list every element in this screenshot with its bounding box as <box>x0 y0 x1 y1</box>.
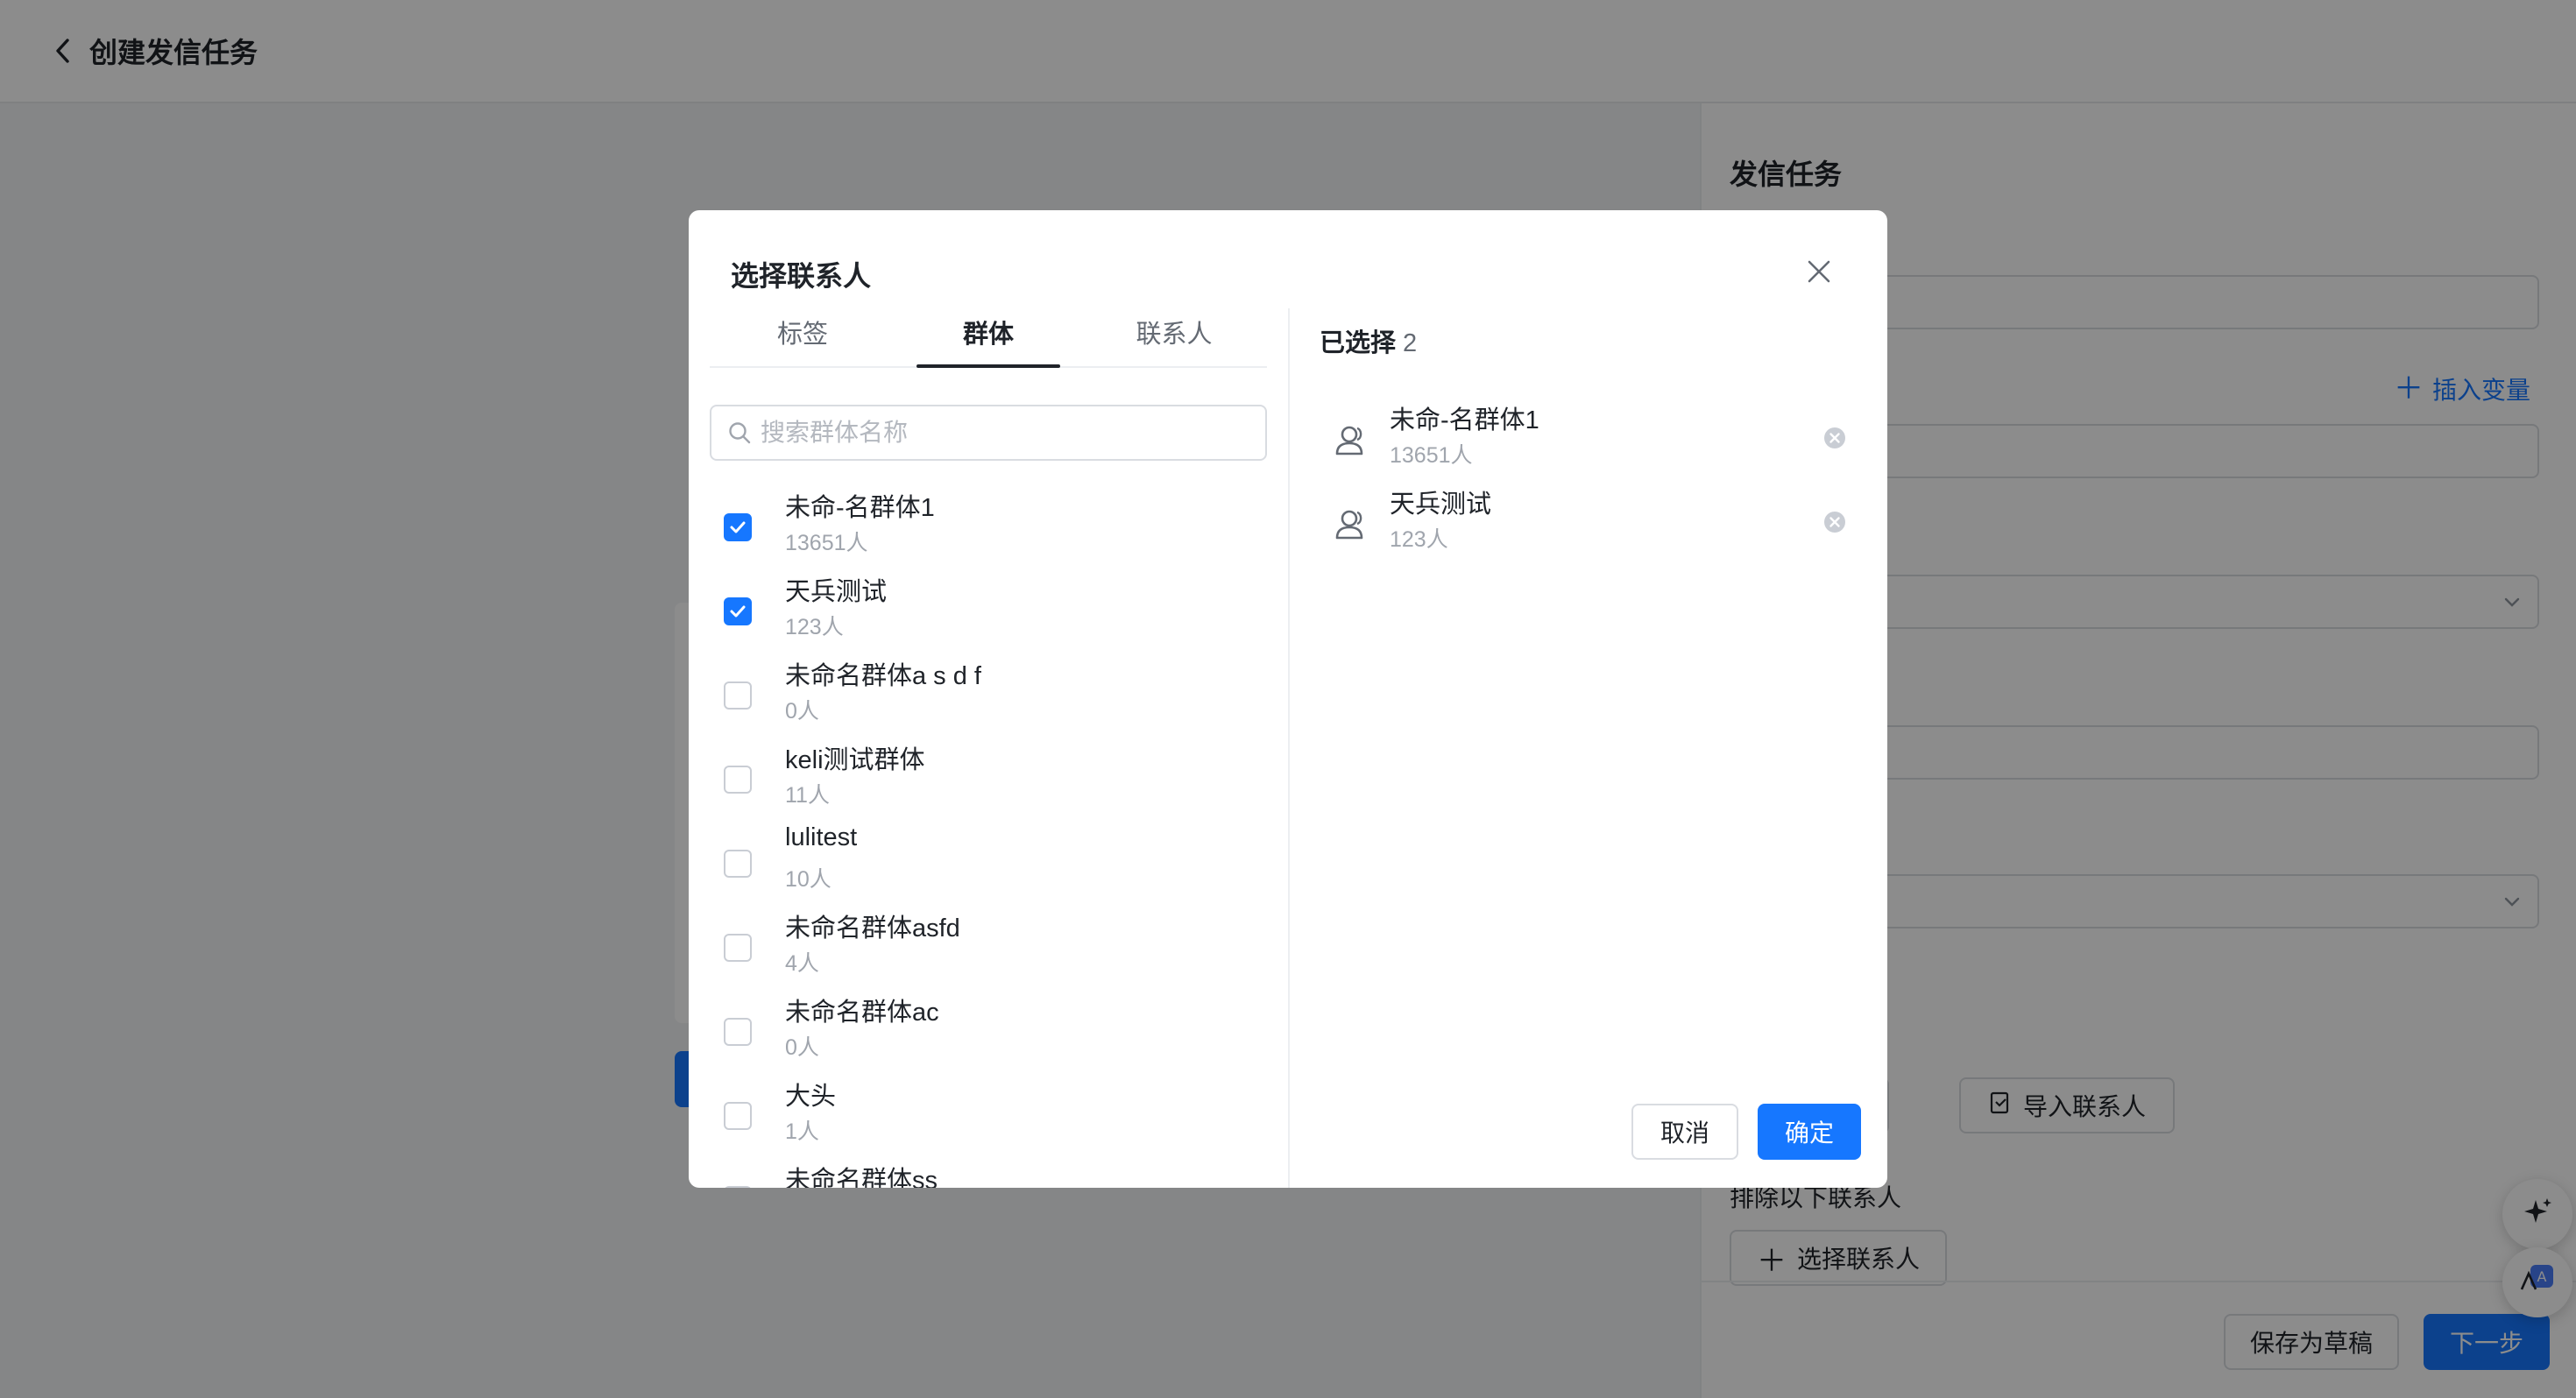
checkbox[interactable] <box>724 597 752 625</box>
group-count: 123人 <box>785 615 844 639</box>
group-name: 未命-名群体1 <box>785 494 935 522</box>
dialog-title: 选择联系人 <box>731 260 872 292</box>
checkbox[interactable] <box>724 934 752 962</box>
group-name: 未命名群体ss <box>785 1167 938 1188</box>
remove-circle-icon[interactable] <box>1822 510 1847 534</box>
close-icon[interactable] <box>1803 256 1835 287</box>
group-name: 未命名群体a s d f <box>785 662 981 690</box>
select-contacts-dialog: 选择联系人 标签 群体 联系人 未命-名群体1 13651人 <box>689 210 1887 1188</box>
list-item[interactable]: 未命名群体a s d f 0人 <box>710 655 1267 739</box>
group-count: 1人 <box>785 1119 819 1144</box>
checkbox[interactable] <box>724 850 752 878</box>
list-item[interactable]: keli测试群体 11人 <box>710 739 1267 823</box>
remove-circle-icon[interactable] <box>1822 426 1847 450</box>
group-picker: 标签 群体 联系人 未命-名群体1 13651人 天兵测试 <box>710 298 1267 1188</box>
list-item[interactable]: 未命名群体ss <box>710 1160 1267 1188</box>
check-icon <box>730 521 746 533</box>
group-count: 0人 <box>785 1035 819 1060</box>
tab-tags[interactable]: 标签 <box>710 298 895 366</box>
checkbox[interactable] <box>724 766 752 794</box>
selected-name: 未命-名群体1 <box>1390 406 1539 434</box>
tab-groups[interactable]: 群体 <box>895 298 1081 368</box>
list-item[interactable]: 未命-名群体1 13651人 <box>710 487 1267 571</box>
group-list: 未命-名群体1 13651人 天兵测试 123人 未命名群体a s d f 0人… <box>710 487 1267 1188</box>
selected-count: 2 <box>1403 329 1418 357</box>
user-group-icon <box>1330 420 1372 462</box>
checkbox[interactable] <box>724 681 752 710</box>
list-item[interactable]: 未命名群体asfd 4人 <box>710 907 1267 992</box>
selected-panel: 已选择 2 未命-名群体1 13651人 天兵测试 123人 <box>1320 298 1863 1188</box>
confirm-button[interactable]: 确定 <box>1758 1104 1861 1160</box>
group-count: 11人 <box>785 783 830 808</box>
cancel-button[interactable]: 取消 <box>1631 1104 1738 1160</box>
selected-name: 天兵测试 <box>1390 491 1492 519</box>
group-count: 13651人 <box>785 531 868 555</box>
checkbox[interactable] <box>724 1186 752 1188</box>
group-count: 4人 <box>785 951 819 976</box>
group-count: 0人 <box>785 699 819 724</box>
checkbox[interactable] <box>724 1102 752 1130</box>
tab-bar: 标签 群体 联系人 <box>710 298 1267 368</box>
group-name: keli测试群体 <box>785 746 925 774</box>
group-name: lulitest <box>785 823 858 851</box>
selected-item: 天兵测试 123人 <box>1320 484 1863 568</box>
list-item[interactable]: lulitest 10人 <box>710 823 1267 907</box>
list-item[interactable]: 大头 1人 <box>710 1076 1267 1160</box>
list-item[interactable]: 未命名群体ac 0人 <box>710 992 1267 1076</box>
column-divider <box>1288 308 1290 1188</box>
selected-count-text: 123人 <box>1390 527 1448 552</box>
group-name: 未命名群体asfd <box>785 914 960 943</box>
group-name: 天兵测试 <box>785 578 888 606</box>
search-input[interactable] <box>761 419 1251 447</box>
user-group-icon <box>1330 505 1372 547</box>
selected-header: 已选择 2 <box>1320 322 1417 359</box>
group-name: 大头 <box>785 1083 837 1111</box>
group-name: 未命名群体ac <box>785 999 939 1027</box>
selected-item: 未命-名群体1 13651人 <box>1320 399 1863 484</box>
search-icon <box>727 420 752 445</box>
group-count: 10人 <box>785 867 832 892</box>
selected-label: 已选择 <box>1320 329 1397 357</box>
checkbox[interactable] <box>724 513 752 541</box>
list-item[interactable]: 天兵测试 123人 <box>710 571 1267 655</box>
selected-count-text: 13651人 <box>1390 443 1473 468</box>
checkbox[interactable] <box>724 1018 752 1046</box>
group-search[interactable] <box>710 405 1267 461</box>
tab-contacts[interactable]: 联系人 <box>1081 298 1267 366</box>
check-icon <box>730 605 746 618</box>
